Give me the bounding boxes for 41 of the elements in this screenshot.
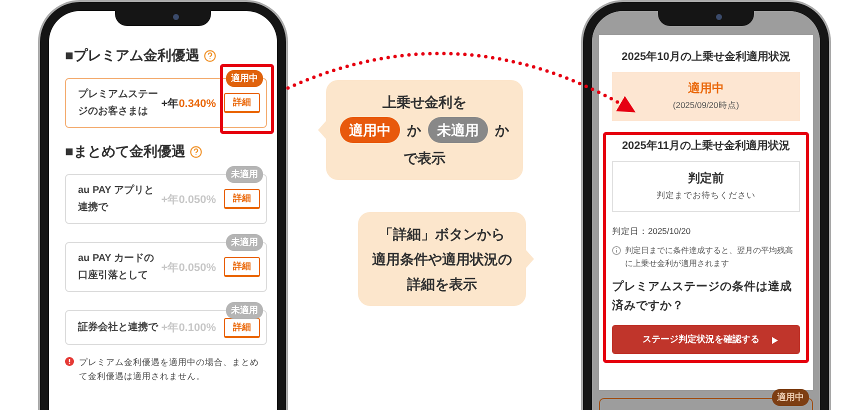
status-note: (2025/09/20時点) bbox=[672, 100, 740, 112]
callout-text: 適用条件や適用状況の bbox=[372, 250, 512, 269]
status-badge: 未適用 bbox=[226, 302, 263, 319]
question-text: プレミアムステージの条件は達成済みですか？ bbox=[612, 279, 793, 314]
offer-label: プレミアムステージのお客さまは bbox=[78, 87, 159, 119]
callout-text: か bbox=[407, 121, 421, 140]
offer-label: au PAY アプリと連携で bbox=[78, 183, 155, 215]
callout-text: か bbox=[495, 121, 509, 140]
status-badge: 適用中 bbox=[226, 70, 263, 87]
rate-text: +年0.340% bbox=[161, 96, 216, 110]
status-badge: 適用中 bbox=[772, 389, 809, 406]
notice-text: プレミアム金利優遇を適用中の場合、まとめて金利優遇は適用されません。 bbox=[79, 356, 260, 383]
details-button[interactable]: 詳細 bbox=[224, 318, 260, 338]
info-icon bbox=[612, 246, 621, 255]
month-title: 2025年11月の上乗せ金利適用状況 bbox=[620, 139, 792, 154]
help-icon[interactable] bbox=[190, 146, 202, 158]
callout-text: 「詳細」ボタンから bbox=[379, 225, 505, 244]
info-text: 判定日までに条件達成すると、翌月の平均残高に上乗せ金利が適用されます bbox=[625, 245, 794, 270]
status-text: 判定前 bbox=[686, 170, 725, 187]
details-button[interactable]: 詳細 bbox=[224, 189, 260, 209]
status-text: 適用中 bbox=[687, 80, 725, 97]
help-icon[interactable] bbox=[204, 50, 216, 62]
check-status-button[interactable]: ステージ判定状況を確認する bbox=[612, 325, 800, 354]
offer-label: au PAY カードの口座引落として bbox=[78, 252, 155, 283]
status-badge: 未適用 bbox=[428, 117, 488, 143]
alert-icon bbox=[65, 357, 74, 366]
status-badge: 適用中 bbox=[340, 117, 400, 143]
status-note: 判定までお待ちください bbox=[656, 190, 756, 202]
section-title: ■まとめて金利優遇 bbox=[65, 143, 186, 161]
status-badge: 未適用 bbox=[226, 234, 263, 251]
month-title: 2025年10月の上乗せ金利適用状況 bbox=[620, 50, 792, 65]
callout-text: 詳細を表示 bbox=[407, 275, 477, 294]
judgement-date: 判定日：2025/10/20 bbox=[612, 226, 692, 238]
details-button[interactable]: 詳細 bbox=[224, 93, 260, 113]
callout-text: 上乗せ金利を bbox=[382, 93, 466, 112]
details-button[interactable]: 詳細 bbox=[224, 257, 260, 277]
status-badge: 未適用 bbox=[226, 166, 263, 183]
section-title: ■プレミアム金利優遇 bbox=[65, 47, 200, 65]
play-icon bbox=[772, 337, 778, 344]
callout-text: で表示 bbox=[404, 149, 446, 168]
offer-label: 証券会社と連携で bbox=[78, 320, 160, 335]
